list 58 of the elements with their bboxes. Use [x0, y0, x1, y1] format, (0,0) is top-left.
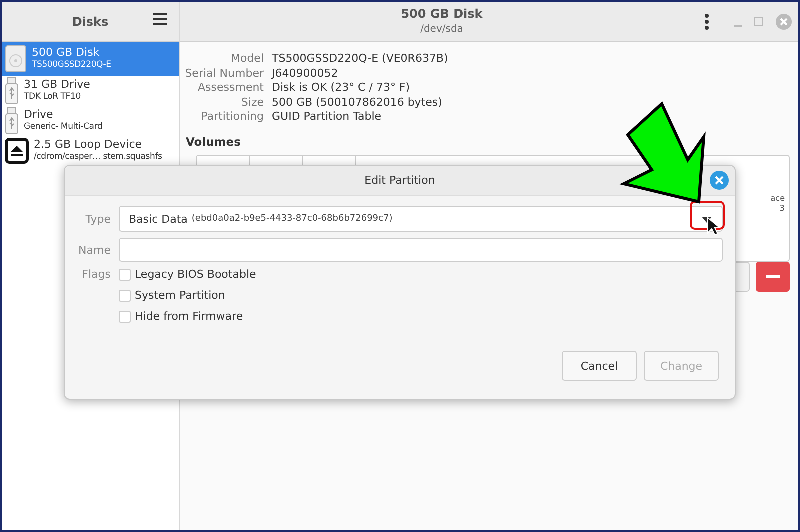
type-dropdown[interactable]: Basic Data (ebd0a0a2-b9e5-4433-87c0-68b6b72699c7)	[119, 206, 723, 232]
checkbox[interactable]	[119, 268, 131, 280]
field-label: Name	[78, 244, 111, 256]
disk-detail: /cdrom/casper… stem.squashfs	[34, 151, 162, 163]
delete-partition-button[interactable]	[756, 262, 790, 292]
property-value: 500 GB (500107862016 bytes)	[272, 96, 444, 110]
close-icon	[776, 14, 792, 30]
disk-title: 500 GB Disk	[401, 6, 483, 22]
disk-list-item[interactable]: 31 GB Drive TDK LoR TF10	[2, 76, 179, 106]
checkbox[interactable]	[119, 310, 131, 322]
minus-icon	[766, 275, 780, 278]
more-options-button[interactable]	[704, 14, 710, 30]
disk-detail: TDK LoR TF10	[24, 91, 82, 103]
volume-label: 3	[780, 204, 785, 212]
name-field[interactable]	[119, 238, 723, 262]
property-value: J640900052	[272, 66, 340, 81]
usb-drive-icon	[5, 107, 19, 135]
checkbox-label: Legacy BIOS Bootable	[135, 268, 256, 281]
disk-detail: Generic- Multi-Card	[24, 121, 103, 133]
usb-drive-icon	[5, 77, 19, 105]
disk-name: 2.5 GB Loop Device	[34, 139, 144, 151]
eject-icon	[5, 138, 29, 164]
checkbox-label: Hide from Firmware	[135, 310, 244, 323]
maximize-icon	[754, 16, 764, 26]
disk-name: Drive	[24, 109, 54, 121]
dialog-title: Edit Partition	[364, 174, 436, 187]
checkbox-label: System Partition	[135, 289, 226, 302]
mouse-pointer-icon	[707, 217, 720, 236]
property-label: Model	[230, 52, 264, 66]
close-icon	[715, 176, 724, 185]
property-value: GUID Partition Table	[272, 110, 383, 124]
disk-detail: TS500GSSD220Q-E	[32, 59, 112, 71]
field-label: Type	[84, 212, 111, 226]
disk-list-item[interactable]: 2.5 GB Loop Device /cdrom/casper… stem.squashfs	[2, 136, 179, 166]
menu-button[interactable]	[151, 11, 169, 27]
property-label: Serial Number	[184, 66, 264, 81]
checkbox[interactable]	[119, 290, 131, 302]
disk-list-item[interactable]: 500 GB Disk TS500GSSD220Q-E	[2, 42, 179, 76]
property-label: Assessment	[197, 81, 264, 96]
maximize-button[interactable]	[754, 16, 764, 26]
property-label: Size	[240, 96, 264, 110]
more-icon	[704, 14, 710, 30]
sidebar-title: Disks	[72, 14, 109, 28]
close-button[interactable]	[710, 171, 729, 190]
disk-name: 500 GB Disk	[32, 47, 101, 59]
close-button[interactable]	[776, 14, 792, 30]
property-value: Disk is OK (23° C / 73° F)	[272, 81, 412, 96]
minimize-icon	[734, 24, 742, 26]
menu-icon	[153, 13, 167, 25]
volume-label: ace	[770, 194, 785, 202]
device-path: /dev/sda	[420, 22, 464, 36]
property-value: TS500GSSD220Q-E (VE0R637B)	[272, 52, 450, 66]
dialog-button[interactable]: Cancel	[562, 351, 637, 381]
field-label: Flags	[81, 268, 111, 281]
volumes-heading: Volumes	[186, 134, 242, 148]
disk-list-item[interactable]: Drive Generic- Multi-Card	[2, 106, 179, 136]
property-label: Partitioning	[200, 110, 264, 124]
disk-name: 31 GB Drive	[24, 79, 90, 91]
